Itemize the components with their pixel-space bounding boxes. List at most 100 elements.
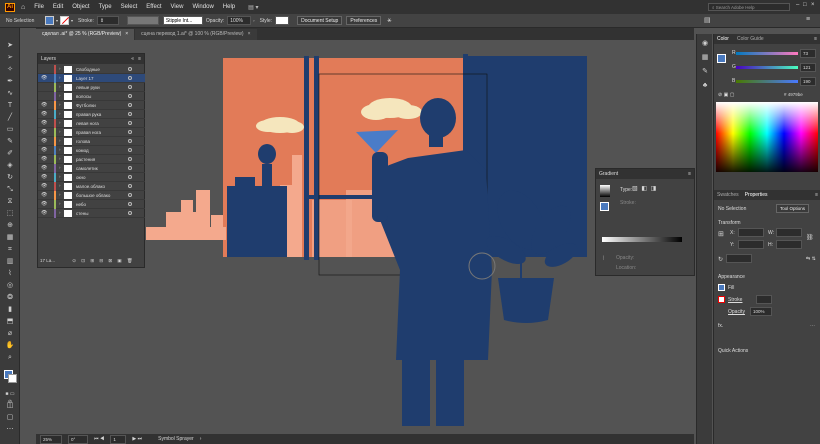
style-field[interactable] xyxy=(275,16,290,25)
search-input[interactable]: Search Adobe Help xyxy=(716,5,755,10)
gradient-type-buttons[interactable]: ▧ ◧ ◨ xyxy=(632,185,657,192)
y-field[interactable] xyxy=(738,240,764,249)
symbols-panel-icon[interactable]: ♣ xyxy=(700,82,710,90)
visibility-eye-icon[interactable]: 👁 xyxy=(41,138,47,144)
target-circle-icon[interactable] xyxy=(128,175,132,179)
visibility-eye-icon[interactable]: 👁 xyxy=(41,120,47,126)
gradient-preview-swatch[interactable] xyxy=(600,185,610,197)
appearance-opacity-field[interactable]: 100% xyxy=(750,307,772,316)
visibility-eye-icon[interactable]: 👁 xyxy=(41,111,47,117)
chevron-right-icon[interactable]: › xyxy=(59,183,61,188)
panel-menu-icon[interactable]: ≡ xyxy=(814,36,817,42)
chevron-right-icon[interactable]: › xyxy=(59,138,61,143)
layer-name[interactable]: растения xyxy=(76,157,95,162)
screen-mode-icon[interactable]: ▢ xyxy=(5,414,15,422)
layer-name[interactable]: правая нога xyxy=(76,130,101,135)
menu-view[interactable]: View xyxy=(171,4,184,10)
appearance-stroke-label[interactable]: Stroke xyxy=(728,297,742,303)
layer-row[interactable]: 👁 › Футболки xyxy=(38,101,145,110)
hex-field[interactable]: # 4979be xyxy=(784,92,803,97)
visibility-eye-icon[interactable]: 👁 xyxy=(41,129,47,135)
layer-row[interactable]: › Свободные xyxy=(38,65,145,74)
target-circle-icon[interactable] xyxy=(128,121,132,125)
tab-color[interactable]: Color xyxy=(717,36,729,42)
chevron-right-icon[interactable]: › xyxy=(253,18,254,23)
swatches-panel-icon[interactable]: ▦ xyxy=(700,54,710,62)
layer-row[interactable]: 👁 › левая нога xyxy=(38,119,145,128)
type-tool-icon[interactable]: T xyxy=(5,102,15,110)
layer-name[interactable]: небо xyxy=(76,202,86,207)
opacity-field[interactable]: 100% xyxy=(227,16,252,25)
chevron-right-icon[interactable]: › xyxy=(59,210,61,215)
menu-object[interactable]: Object xyxy=(72,4,89,10)
document-setup-button[interactable]: Document Setup xyxy=(297,16,343,25)
appearance-fill-swatch[interactable] xyxy=(718,284,725,291)
layer-row[interactable]: 👁 › комод xyxy=(38,146,145,155)
layer-name[interactable]: голова xyxy=(76,139,90,144)
menu-type[interactable]: Type xyxy=(99,4,112,10)
layer-row[interactable]: 👁 › малое.облако xyxy=(38,182,145,191)
chevron-down-icon[interactable]: ▾ xyxy=(56,18,58,23)
visibility-eye-icon[interactable]: 👁 xyxy=(41,156,47,162)
tab-swatches[interactable]: Swatches xyxy=(717,192,739,198)
color-spectrum[interactable] xyxy=(716,102,818,172)
chevron-right-icon[interactable]: › xyxy=(59,129,61,134)
w-field[interactable] xyxy=(776,228,802,237)
gradient-slider[interactable] xyxy=(602,237,682,242)
chevron-right-icon[interactable]: › xyxy=(59,120,61,125)
layer-name[interactable]: левые руки xyxy=(76,85,100,90)
g-value-field[interactable]: 121 xyxy=(800,63,816,72)
arrange-icon[interactable]: ⚹ xyxy=(387,17,391,25)
slice-tool-icon[interactable]: ⌀ xyxy=(5,330,15,338)
close-tab-icon[interactable]: × xyxy=(125,29,128,40)
x-field[interactable] xyxy=(738,228,764,237)
layer-name[interactable]: волосы xyxy=(76,94,91,99)
layer-name[interactable]: Layer 17 xyxy=(76,76,94,81)
layer-name[interactable]: стены xyxy=(76,211,88,216)
line-tool-icon[interactable]: ╱ xyxy=(5,114,15,122)
menu-file[interactable]: File xyxy=(34,4,44,10)
chevron-right-icon[interactable]: › xyxy=(59,75,61,80)
layer-row[interactable]: 👁 › большое облако xyxy=(38,191,145,200)
status-menu-icon[interactable]: › xyxy=(200,436,202,442)
chevron-right-icon[interactable]: › xyxy=(59,93,61,98)
visibility-eye-icon[interactable]: 👁 xyxy=(41,147,47,153)
minimize-icon[interactable]: – xyxy=(796,2,799,8)
layer-row[interactable]: 👁 › окно xyxy=(38,173,145,182)
zoom-field[interactable]: 25% xyxy=(40,434,62,444)
tab-document-1[interactable]: сделал .ai* @ 25 % (RGB/Preview) × xyxy=(36,29,135,40)
constrain-link-icon[interactable]: ⛓ xyxy=(806,234,814,241)
shaper-tool-icon[interactable]: ✐ xyxy=(5,150,15,158)
stroke-color-swatch[interactable] xyxy=(8,374,17,383)
fill-swatch[interactable] xyxy=(45,16,54,25)
layer-name[interactable]: левая нога xyxy=(76,121,99,126)
close-tab-icon[interactable]: × xyxy=(248,29,251,40)
layer-row[interactable]: 👁 › голова xyxy=(38,137,145,146)
menu-help[interactable]: Help xyxy=(223,4,235,10)
target-circle-icon[interactable] xyxy=(128,184,132,188)
appearance-stroke-swatch[interactable] xyxy=(718,296,725,303)
visibility-eye-icon[interactable]: 👁 xyxy=(41,165,47,171)
visibility-eye-icon[interactable]: 👁 xyxy=(41,174,47,180)
flip-icons[interactable]: ⇆ ⇅ xyxy=(806,256,816,262)
target-circle-icon[interactable] xyxy=(128,103,132,107)
chevron-right-icon[interactable]: › xyxy=(59,165,61,170)
g-slider[interactable] xyxy=(736,66,798,69)
target-circle-icon[interactable] xyxy=(128,202,132,206)
layer-name[interactable]: Футболки xyxy=(76,103,96,108)
shape-builder-tool-icon[interactable]: ⊕ xyxy=(5,222,15,230)
layers-tab[interactable]: Layers xyxy=(41,56,56,62)
panel-menu-icon[interactable]: ≡ xyxy=(806,16,810,23)
layer-row[interactable]: 👁 › правая рука xyxy=(38,110,145,119)
h-field[interactable] xyxy=(776,240,802,249)
perspective-grid-tool-icon[interactable]: ▦ xyxy=(5,234,15,242)
chevron-right-icon[interactable]: › xyxy=(59,174,61,179)
artboard-tool-icon[interactable]: ⬒ xyxy=(5,318,15,326)
draw-mode-icon[interactable]: ◫ xyxy=(5,402,15,410)
layer-row[interactable]: 👁 › самолетик xyxy=(38,164,145,173)
direct-selection-tool-icon[interactable]: ➢ xyxy=(5,54,15,62)
target-circle-icon[interactable] xyxy=(128,112,132,116)
chevron-right-icon[interactable]: › xyxy=(59,201,61,206)
visibility-eye-icon[interactable]: 👁 xyxy=(41,201,47,207)
selection-tool-icon[interactable]: ➤ xyxy=(5,42,15,50)
